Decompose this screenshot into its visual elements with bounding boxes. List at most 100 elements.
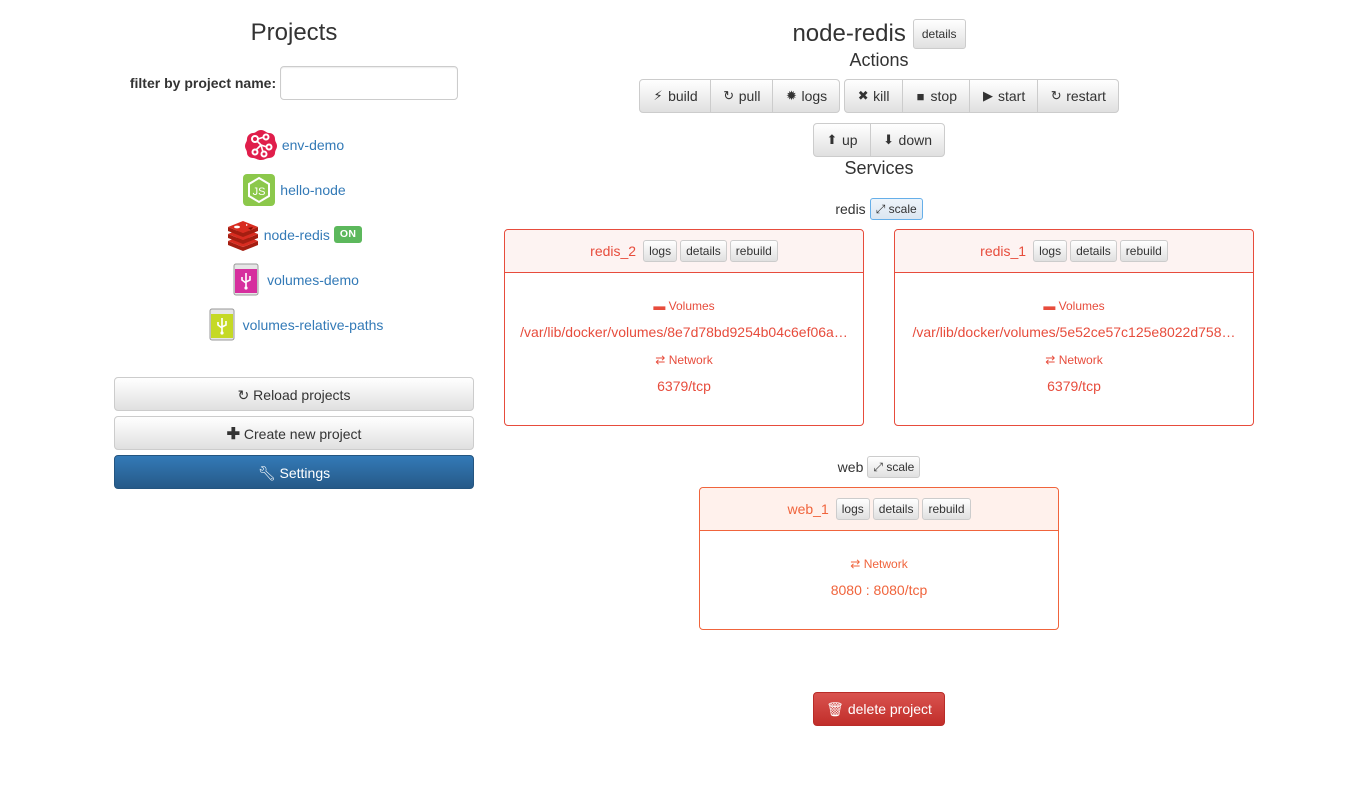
refresh-icon: ↻ — [237, 387, 250, 403]
container-details-button[interactable]: details — [1070, 240, 1117, 262]
container-name: redis_1 — [980, 243, 1027, 259]
logs-button[interactable]: ✹ logs — [772, 79, 841, 113]
resize-icon: ⤢ — [873, 460, 883, 474]
project-details-button[interactable]: details — [912, 19, 966, 49]
network-port: 8080 : 8080/tcp — [830, 582, 928, 598]
project-link[interactable]: node-redis — [264, 227, 330, 243]
svg-text:JS: JS — [253, 186, 266, 198]
project-item[interactable]: volumes-relative-paths — [114, 302, 474, 347]
service-header-web: web ⤢ scale — [504, 456, 1254, 478]
project-list: env-demo JS hello-node node-redis ON vol… — [114, 122, 474, 347]
build-button[interactable]: ⚡︎ build — [639, 79, 711, 113]
refresh-icon: ↻ — [723, 88, 735, 103]
start-button[interactable]: ▶︎ start — [968, 79, 1039, 113]
x-icon: ✖ — [857, 88, 869, 103]
container-logs-button[interactable]: logs — [835, 498, 870, 520]
kill-button[interactable]: ✖ kill — [844, 79, 903, 113]
sidebar-buttons: ↻ Reload projects ✚ Create new project 🔧… — [114, 377, 474, 489]
delete-project-label: delete project — [847, 701, 932, 717]
status-badge: ON — [333, 226, 363, 243]
container-rebuild-button[interactable]: rebuild — [922, 498, 971, 520]
wrench-icon: 🔧︎ — [257, 465, 276, 481]
redis-icon — [226, 218, 260, 252]
network-label: ⇄ Network — [1045, 353, 1103, 367]
nodejs-icon: JS — [242, 173, 276, 207]
project-detail: node-redis details Actions ⚡︎ build ↻ pull… — [504, 0, 1254, 726]
network-nodes-icon — [244, 128, 278, 162]
action-group-1: ⚡︎ build ↻ pull ✹ logs — [639, 79, 841, 113]
down-label: down — [898, 132, 933, 148]
project-title: node-redis — [792, 20, 906, 47]
pull-button[interactable]: ↻ pull — [709, 79, 774, 113]
transfer-icon: ⇄ — [1045, 353, 1056, 367]
reload-projects-button[interactable]: ↻ Reload projects — [114, 377, 474, 411]
hdd-icon: ▬ — [653, 299, 666, 313]
restart-button[interactable]: ↻ restart — [1037, 79, 1119, 113]
bolt-icon: ⚡︎ — [653, 88, 663, 103]
project-item[interactable]: volumes-demo — [114, 257, 474, 302]
restart-label: restart — [1066, 88, 1106, 104]
filter-input[interactable] — [280, 66, 459, 100]
container-details-button[interactable]: details — [680, 240, 727, 262]
scale-label: scale — [888, 202, 917, 216]
build-label: build — [668, 88, 698, 104]
play-icon: ▶︎ — [982, 88, 993, 103]
delete-row: 🗑︎ delete project — [504, 692, 1254, 726]
container-header: redis_1 logs details rebuild — [895, 230, 1253, 273]
project-item[interactable]: node-redis ON — [114, 212, 474, 257]
project-item[interactable]: env-demo — [114, 122, 474, 167]
container-panel: redis_2 logs details rebuild ▬ Volumes /… — [504, 229, 864, 426]
network-label: ⇄ Network — [655, 353, 713, 367]
create-project-button[interactable]: ✚ Create new project — [114, 416, 474, 450]
volumes-label: ▬ Volumes — [653, 299, 715, 313]
container-body: ▬ Volumes /var/lib/docker/volumes/5e52ce… — [895, 273, 1253, 425]
action-group-2: ✖ kill ■ stop ▶︎ start ↻ restart — [844, 79, 1119, 113]
usb-drive-pink-icon — [229, 263, 263, 297]
service-header-redis: redis ⤢ scale — [504, 198, 1254, 220]
delete-project-button[interactable]: 🗑︎ delete project — [813, 692, 945, 726]
settings-button[interactable]: 🔧︎ Settings — [114, 455, 474, 489]
hdd-icon: ▬ — [1043, 299, 1056, 313]
container-body: ⇄ Network 8080 : 8080/tcp — [700, 531, 1058, 629]
start-label: start — [997, 88, 1026, 104]
refresh-icon: ↻ — [1050, 88, 1062, 103]
plus-icon: ✚ — [226, 426, 240, 443]
network-label: ⇄ Network — [850, 557, 908, 571]
container-rebuild-button[interactable]: rebuild — [1119, 240, 1168, 262]
project-item[interactable]: JS hello-node — [114, 167, 474, 212]
scale-button[interactable]: ⤢ scale — [869, 198, 923, 220]
filter-label: filter by project name: — [129, 75, 277, 91]
project-link[interactable]: hello-node — [280, 182, 345, 198]
down-button[interactable]: ⬇︎ down — [869, 123, 946, 157]
arrow-down-circle-icon: ⬇︎ — [883, 132, 894, 147]
kill-label: kill — [873, 88, 890, 104]
stop-button[interactable]: ■ stop — [901, 79, 970, 113]
transfer-icon: ⇄ — [655, 353, 666, 367]
container-name: web_1 — [787, 501, 829, 517]
arrow-up-circle-icon: ⬆︎ — [826, 132, 838, 147]
container-rebuild-button[interactable]: rebuild — [729, 240, 778, 262]
projects-title: Projects — [250, 19, 338, 46]
container-logs-button[interactable]: logs — [643, 240, 678, 262]
scale-button[interactable]: ⤢ scale — [867, 456, 921, 478]
container-logs-button[interactable]: logs — [1033, 240, 1068, 262]
settings-label: Settings — [279, 465, 331, 481]
network-port: 6379/tcp — [1047, 378, 1101, 394]
actions-heading: Actions — [849, 50, 909, 70]
reload-projects-label: Reload projects — [253, 387, 351, 403]
container-body: ▬ Volumes /var/lib/docker/volumes/8e7d78… — [505, 273, 863, 425]
project-link[interactable]: env-demo — [282, 137, 344, 153]
web-containers: web_1 logs details rebuild ⇄ Network 808… — [504, 487, 1254, 630]
project-link[interactable]: volumes-relative-paths — [243, 317, 384, 333]
container-header: redis_2 logs details rebuild — [505, 230, 863, 273]
network-port: 6379/tcp — [657, 378, 711, 394]
stop-icon: ■ — [916, 88, 925, 104]
project-link[interactable]: volumes-demo — [267, 272, 359, 288]
container-panel: web_1 logs details rebuild ⇄ Network 808… — [699, 487, 1059, 630]
certificate-icon: ✹ — [786, 88, 797, 103]
project-header: node-redis details — [504, 19, 1254, 49]
container-details-button[interactable]: details — [872, 498, 920, 520]
transfer-icon: ⇄ — [850, 557, 861, 571]
container-name: redis_2 — [590, 243, 637, 259]
up-button[interactable]: ⬆︎ up — [812, 123, 871, 157]
